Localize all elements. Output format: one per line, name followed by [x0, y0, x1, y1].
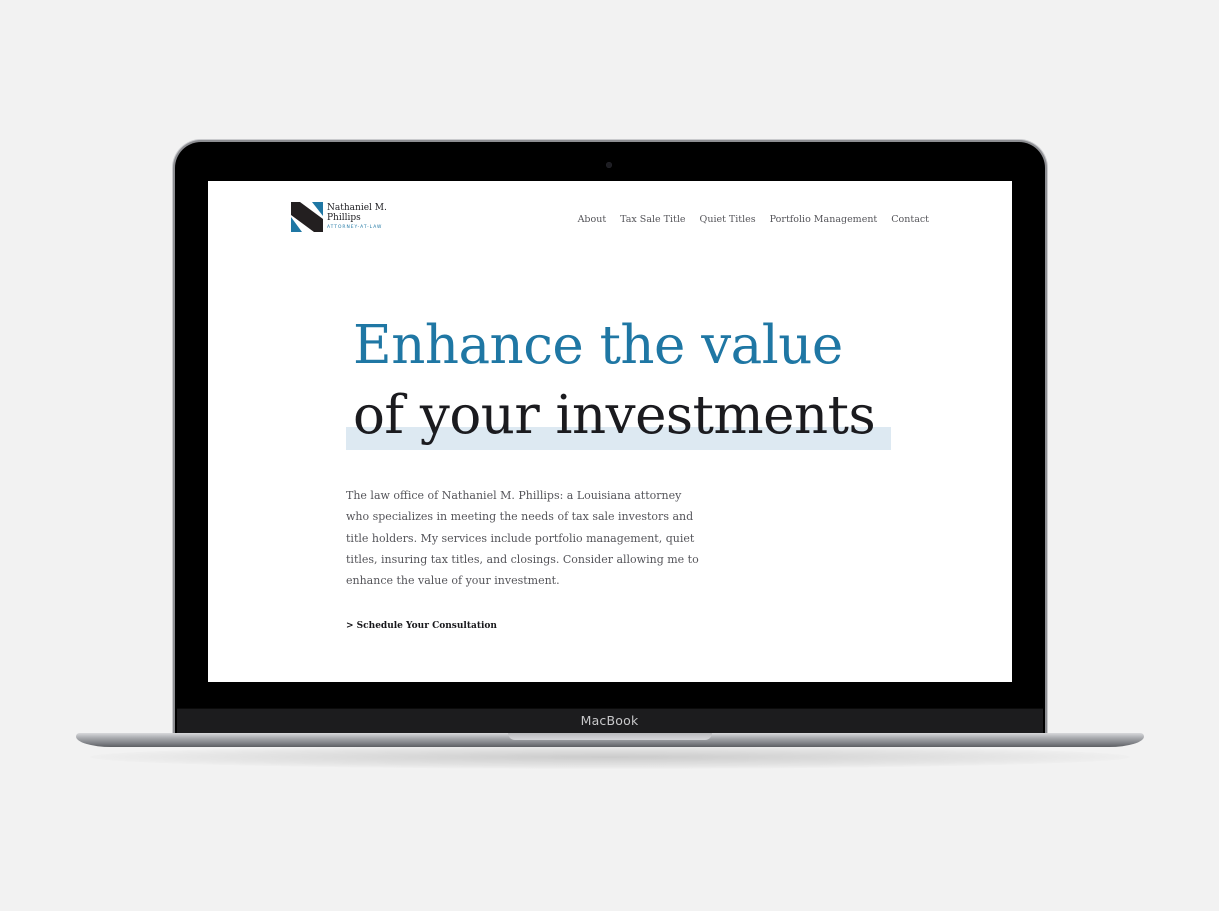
website-screen: Nathaniel M. Phillips ATTORNEY-AT-LAW Ab…: [208, 181, 1012, 682]
device-label: MacBook: [580, 713, 639, 728]
nav-item-quiet-titles[interactable]: Quiet Titles: [700, 214, 756, 225]
hero-title: Enhance the value of your investments: [353, 311, 876, 451]
hero-title-line1: Enhance the value: [353, 315, 843, 376]
nav-item-tax-sale-title[interactable]: Tax Sale Title: [620, 214, 685, 225]
site-logo[interactable]: Nathaniel M. Phillips ATTORNEY-AT-LAW: [291, 202, 391, 234]
hero-title-line2: of your investments: [353, 385, 876, 446]
schedule-consultation-link[interactable]: > Schedule Your Consultation: [346, 621, 497, 631]
logo-name: Nathaniel M. Phillips: [327, 203, 387, 223]
logo-tagline: ATTORNEY-AT-LAW: [327, 225, 383, 230]
main-nav: About Tax Sale Title Quiet Titles Portfo…: [578, 214, 929, 225]
nav-item-contact[interactable]: Contact: [891, 214, 929, 225]
intro-paragraph: The law office of Nathaniel M. Phillips:…: [346, 489, 699, 588]
laptop-shadow: [90, 745, 1130, 769]
laptop-base-notch: [508, 733, 712, 740]
nav-item-about[interactable]: About: [578, 214, 607, 225]
logo-name-line2: Phillips: [327, 212, 361, 223]
n-monogram-icon: [291, 202, 323, 232]
camera-icon: [606, 162, 612, 168]
nav-item-portfolio-management[interactable]: Portfolio Management: [770, 214, 878, 225]
